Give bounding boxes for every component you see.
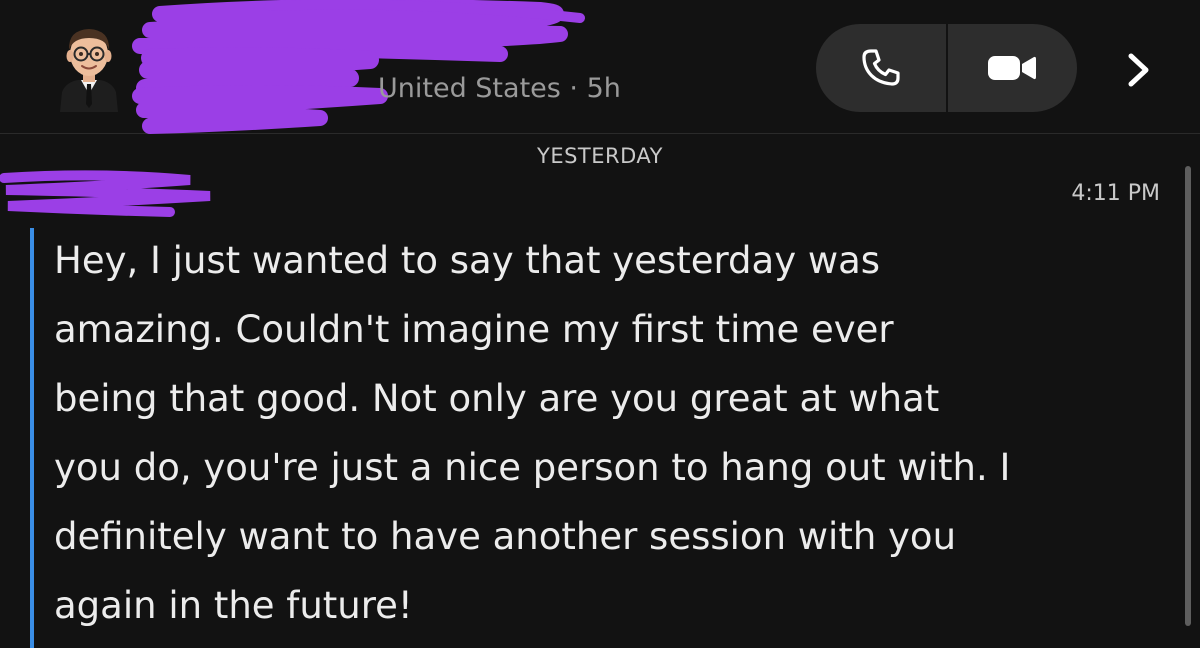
- call-button-group: [816, 24, 1077, 112]
- bitmoji-avatar-icon[interactable]: [54, 20, 124, 112]
- chevron-right-icon: [1128, 53, 1149, 87]
- voice-call-button[interactable]: [816, 24, 946, 112]
- chat-header: United States · 5h: [0, 0, 1200, 134]
- video-call-button[interactable]: [947, 24, 1077, 112]
- chat-scrollbar[interactable]: [1185, 166, 1191, 626]
- message-timestamp: 4:11 PM: [1071, 181, 1160, 206]
- chat-subtitle: United States · 5h: [378, 73, 621, 104]
- phone-icon: [862, 49, 900, 86]
- chevron-right-button[interactable]: [1110, 42, 1166, 98]
- sender-redaction-scribble: [0, 170, 211, 217]
- date-separator: YESTERDAY: [537, 144, 663, 168]
- message-text: Hey, I just wanted to say that yesterday…: [54, 239, 1011, 627]
- video-camera-icon: [988, 56, 1036, 80]
- redaction-scribble: [132, 0, 585, 134]
- message-accent-bar: [30, 228, 34, 648]
